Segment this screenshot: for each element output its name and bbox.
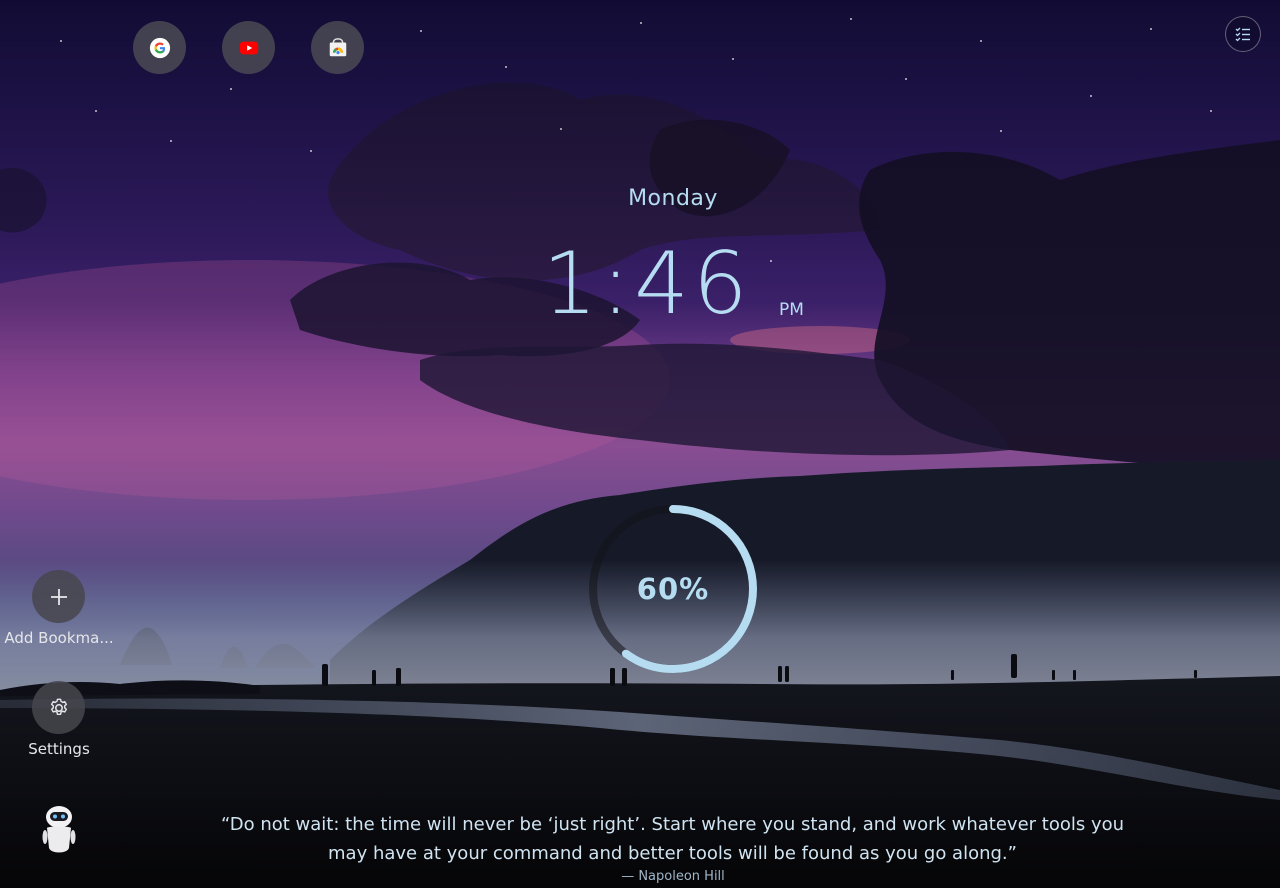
robot-mascot-icon[interactable] bbox=[42, 804, 76, 856]
chrome-web-store-icon bbox=[329, 37, 346, 56]
quote-text: “Do not wait: the time will never be ‘ju… bbox=[220, 814, 1125, 864]
add-bookmark-button[interactable] bbox=[32, 570, 85, 623]
add-bookmark-label[interactable]: Add Bookma... bbox=[0, 629, 118, 647]
youtube-icon bbox=[239, 41, 258, 54]
checklist-icon bbox=[1235, 27, 1250, 42]
todo-list-button[interactable] bbox=[1225, 16, 1261, 52]
quote-author: — Napoleon Hill bbox=[621, 869, 725, 884]
stars bbox=[0, 0, 1280, 888]
new-tab-page: Monday 1:46 PM 60% Add Bookma... Setting… bbox=[0, 0, 1280, 888]
gear-icon bbox=[50, 698, 67, 715]
day-of-week: Monday bbox=[628, 186, 718, 211]
day-progress-ring: 60% bbox=[587, 503, 759, 675]
clock-time: 1:46 bbox=[542, 234, 752, 334]
progress-label: 60% bbox=[636, 572, 710, 606]
shortcut-google[interactable] bbox=[133, 21, 186, 74]
settings-button[interactable] bbox=[32, 681, 85, 734]
clock-period: PM bbox=[779, 300, 804, 320]
settings-label[interactable]: Settings bbox=[0, 740, 118, 758]
shortcut-youtube[interactable] bbox=[222, 21, 275, 74]
plus-icon bbox=[50, 588, 67, 605]
google-icon bbox=[149, 37, 170, 58]
shortcut-chrome-web-store[interactable] bbox=[311, 21, 364, 74]
